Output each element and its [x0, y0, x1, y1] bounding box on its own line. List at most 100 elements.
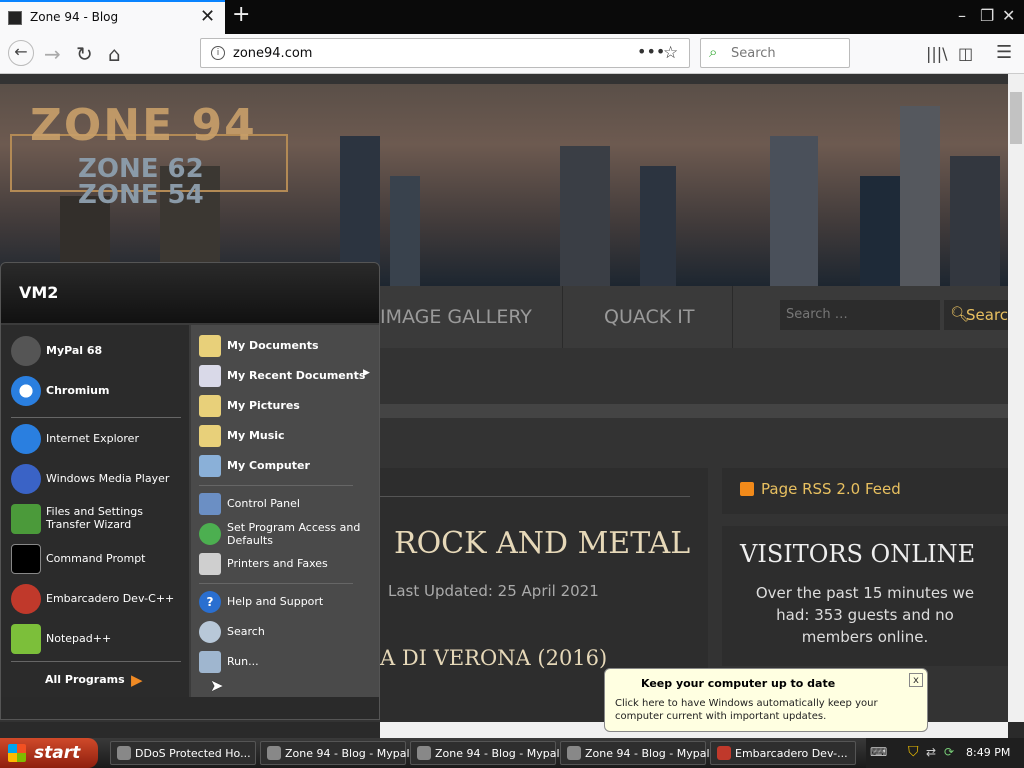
- start-item-run[interactable]: Run...: [197, 649, 377, 675]
- taskbar-item[interactable]: DDoS Protected Ho...: [110, 741, 256, 765]
- start-item-cmd[interactable]: Command Prompt: [9, 543, 185, 577]
- devcpp-icon: [11, 584, 41, 614]
- site-search-input[interactable]: Search …: [780, 300, 940, 330]
- folder-music-icon: [199, 425, 221, 447]
- vertical-scrollbar[interactable]: [1008, 74, 1024, 722]
- ie-icon: [11, 424, 41, 454]
- start-item-my-computer[interactable]: My Computer: [197, 453, 377, 479]
- run-icon: [199, 651, 221, 673]
- rss-link[interactable]: Page RSS 2.0 Feed: [761, 480, 901, 498]
- start-item-my-documents[interactable]: My Documents: [197, 333, 377, 359]
- rss-icon: [740, 482, 754, 496]
- start-item-mypal[interactable]: MyPal 68: [9, 335, 185, 369]
- command-prompt-icon: [11, 544, 41, 574]
- more-icon[interactable]: •••: [637, 42, 665, 61]
- start-item-wmp[interactable]: Windows Media Player: [9, 463, 185, 497]
- start-button[interactable]: start: [0, 738, 98, 768]
- browser-search-input[interactable]: ⌕ Search: [700, 38, 850, 68]
- start-item-control-panel[interactable]: Control Panel: [197, 491, 377, 517]
- taskbar-item[interactable]: Zone 94 - Blog - Mypal: [260, 741, 410, 765]
- start-item-search[interactable]: Search: [197, 619, 377, 645]
- site-search-placeholder: Search …: [786, 307, 848, 322]
- start-item-recent-documents[interactable]: My Recent Documents ▶: [197, 363, 377, 389]
- url-bar[interactable]: i zone94.com ••• ☆: [200, 38, 690, 68]
- start-item-my-music[interactable]: My Music: [197, 423, 377, 449]
- recent-documents-icon: [199, 365, 221, 387]
- taskbar-item[interactable]: Zone 94 - Blog - Mypal: [410, 741, 560, 765]
- sidebar-icon[interactable]: ◫: [958, 44, 973, 63]
- rss-box: Page RSS 2.0 Feed: [722, 468, 1008, 514]
- notepadpp-icon: [11, 624, 41, 654]
- forward-icon[interactable]: →: [44, 42, 61, 66]
- update-icon[interactable]: ⟳: [944, 745, 954, 759]
- tab-title: Zone 94 - Blog: [30, 10, 119, 24]
- start-item-printers[interactable]: Printers and Faxes: [197, 551, 377, 577]
- mypal-icon: [267, 746, 281, 760]
- start-item-my-pictures[interactable]: My Pictures: [197, 393, 377, 419]
- close-window-icon[interactable]: ✕: [1002, 6, 1015, 25]
- start-menu-footer: [1, 697, 379, 719]
- security-shield-icon[interactable]: ⛉: [908, 744, 919, 760]
- start-item-notepadpp[interactable]: Notepad++: [9, 623, 185, 657]
- balloon-title: Keep your computer up to date: [641, 677, 836, 690]
- mypal-icon: [11, 336, 41, 366]
- folder-pictures-icon: [199, 395, 221, 417]
- taskbar-item[interactable]: Embarcadero Dev-...: [710, 741, 856, 765]
- help-icon: ?: [199, 591, 221, 613]
- transfer-wizard-icon: [11, 504, 41, 534]
- start-item-help[interactable]: ? Help and Support: [197, 589, 377, 615]
- keyboard-icon[interactable]: ⌨: [870, 745, 887, 759]
- visitors-box: VISITORS ONLINE Over the past 15 minutes…: [722, 526, 1008, 666]
- search-placeholder: Search: [731, 46, 776, 61]
- submenu-arrow-icon: ▶: [363, 368, 370, 378]
- control-panel-icon: [199, 493, 221, 515]
- search-magnifier-icon: [199, 621, 221, 643]
- all-programs-button[interactable]: All Programs ▶: [45, 671, 155, 691]
- hero-banner: ZONE 94 ZONE 62 ZONE 54: [0, 84, 1008, 286]
- mouse-cursor-icon: ➤: [210, 676, 224, 695]
- menu-quack-it[interactable]: QUACK IT: [604, 306, 695, 328]
- site-logo[interactable]: ZONE 94: [30, 100, 257, 151]
- star-icon[interactable]: ☆: [663, 43, 678, 63]
- mypal-icon: [117, 746, 131, 760]
- back-icon[interactable]: ←: [8, 40, 34, 66]
- media-player-icon: [11, 464, 41, 494]
- new-tab-icon[interactable]: +: [232, 2, 250, 27]
- start-item-program-access[interactable]: Set Program Access and Defaults: [197, 521, 377, 547]
- tab-zone94[interactable]: Zone 94 - Blog ✕: [0, 0, 225, 34]
- start-item-ie[interactable]: Internet Explorer: [9, 423, 185, 457]
- chromium-icon: [11, 376, 41, 406]
- library-icon[interactable]: |||\: [926, 44, 948, 63]
- restore-icon[interactable]: ❐: [980, 6, 994, 25]
- start-item-chromium[interactable]: Chromium: [9, 375, 185, 409]
- close-tab-icon[interactable]: ✕: [200, 6, 215, 27]
- home-icon[interactable]: ⌂: [108, 42, 121, 66]
- user-name: VM2: [19, 283, 59, 302]
- network-icon[interactable]: ⇄: [926, 745, 936, 759]
- sub-heading[interactable]: A DI VERONA (2016): [380, 646, 607, 670]
- nav-toolbar: ← → ↻ ⌂ i zone94.com ••• ☆ ⌕ Search |||\…: [0, 34, 1024, 74]
- computer-icon: [199, 455, 221, 477]
- folder-documents-icon: [199, 335, 221, 357]
- start-item-transfer-wizard[interactable]: Files and Settings Transfer Wizard: [9, 503, 185, 537]
- site-search-button[interactable]: 🔍︎ Search: [944, 300, 1018, 330]
- balloon-close-icon[interactable]: x: [909, 673, 923, 687]
- visitors-text: Over the past 15 minutes we had: 353 gue…: [755, 584, 975, 646]
- taskbar: start DDoS Protected Ho... Zone 94 - Blo…: [0, 738, 1024, 768]
- search-engine-icon: ⌕: [709, 43, 718, 61]
- update-balloon[interactable]: Keep your computer up to date x Click he…: [604, 668, 928, 732]
- balloon-body: Click here to have Windows automatically…: [615, 698, 878, 722]
- info-icon[interactable]: i: [211, 46, 225, 60]
- hamburger-icon[interactable]: ☰: [996, 42, 1012, 63]
- printer-icon: [199, 553, 221, 575]
- taskbar-item[interactable]: Zone 94 - Blog - Mypal: [560, 741, 710, 765]
- start-menu: VM2 MyPal 68 Chromium Internet Explorer …: [0, 262, 380, 720]
- reload-icon[interactable]: ↻: [76, 42, 93, 66]
- system-tray: ⌨ ⛉ ⇄ ⟳ 8:49 PM: [866, 738, 1024, 768]
- minimize-icon[interactable]: –: [958, 6, 966, 25]
- menu-image-gallery[interactable]: IMAGE GALLERY: [380, 306, 532, 328]
- clock[interactable]: 8:49 PM: [966, 746, 1010, 759]
- scroll-thumb[interactable]: [1010, 92, 1022, 144]
- start-item-devcpp[interactable]: Embarcadero Dev-C++: [9, 583, 185, 617]
- article-title[interactable]: ROCK AND METAL: [394, 526, 690, 561]
